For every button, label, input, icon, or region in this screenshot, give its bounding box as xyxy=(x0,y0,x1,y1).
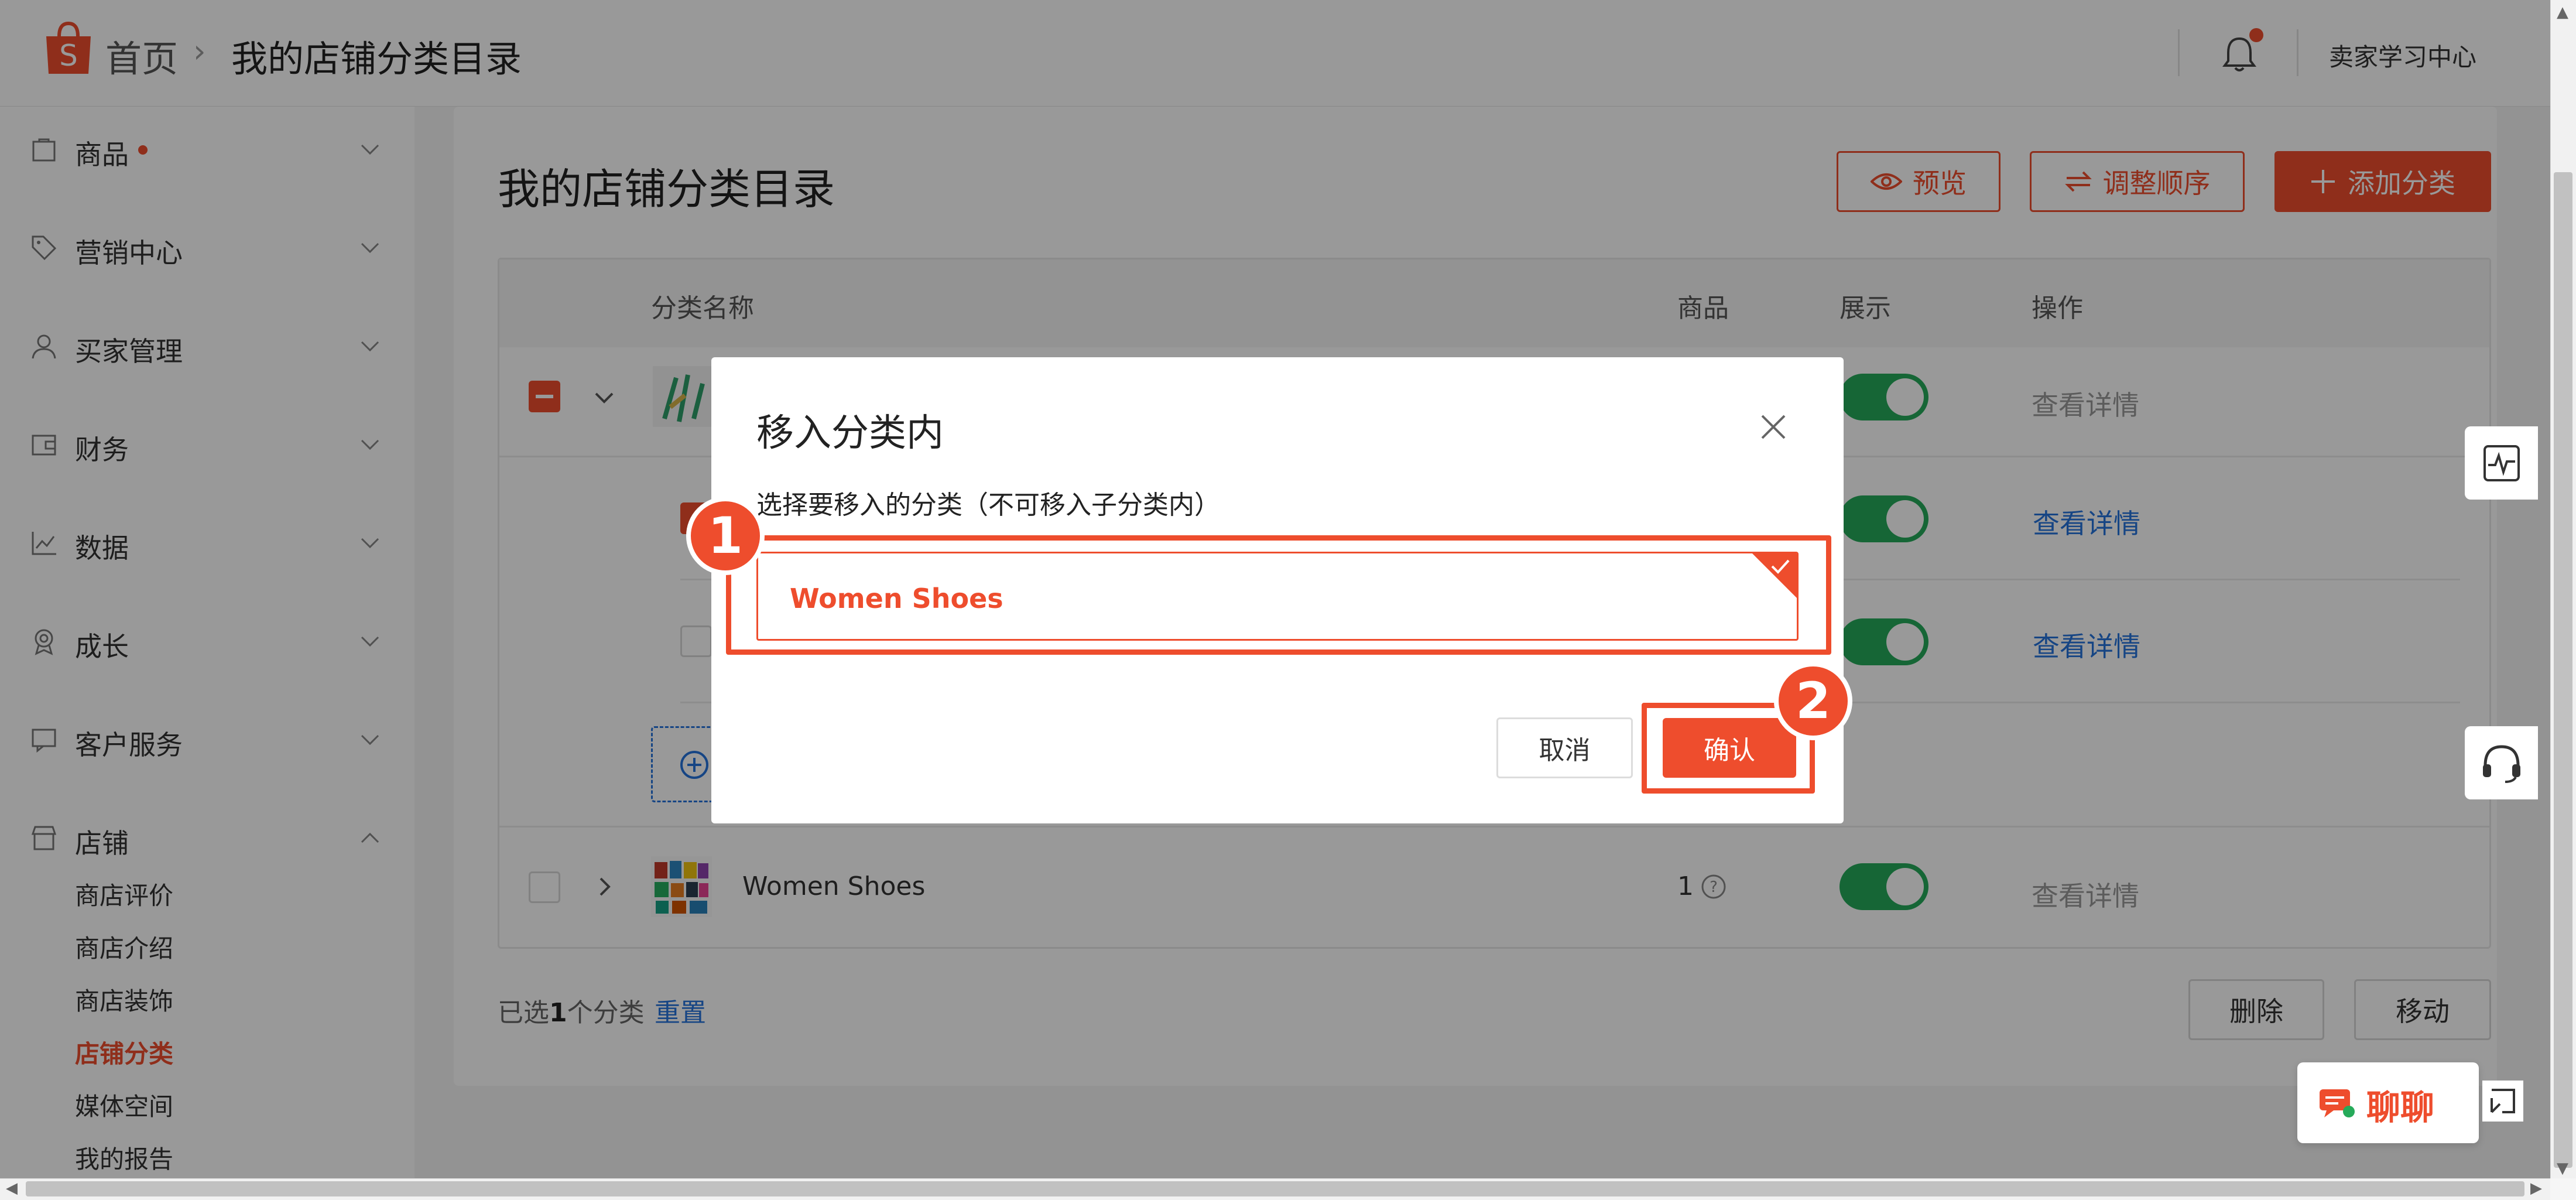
check-icon xyxy=(1771,559,1790,574)
dialog-subtitle: 选择要移入的分类（不可移入子分类内） xyxy=(756,490,1220,520)
step-badge-2: 2 xyxy=(1774,662,1852,740)
confirm-button[interactable]: 确认 xyxy=(1663,718,1796,778)
chat-label: 聊聊 xyxy=(2366,1088,2435,1127)
pulse-monitor-icon xyxy=(2483,445,2520,481)
vertical-scroll-thumb[interactable] xyxy=(2554,172,2572,1168)
performance-float-button[interactable] xyxy=(2465,426,2538,500)
category-option-label: Women Shoes xyxy=(790,583,1003,614)
scroll-up-arrow[interactable]: ▲ xyxy=(2557,4,2568,21)
step-badge-1: 1 xyxy=(686,497,765,575)
scroll-left-arrow[interactable]: ◀ xyxy=(6,1180,18,1197)
chat-widget[interactable]: 聊聊 xyxy=(2297,1062,2479,1143)
close-icon[interactable] xyxy=(1756,410,1790,444)
category-option-women-shoes[interactable]: Women Shoes xyxy=(756,552,1799,641)
minimize-chat-icon[interactable] xyxy=(2482,1081,2523,1122)
dialog-title: 移入分类内 xyxy=(756,412,944,455)
headset-icon xyxy=(2482,744,2520,783)
scroll-right-arrow[interactable]: ▶ xyxy=(2530,1180,2542,1197)
cancel-button[interactable]: 取消 xyxy=(1496,717,1633,778)
support-float-button[interactable] xyxy=(2465,726,2538,799)
chat-bubble-icon xyxy=(2320,1089,2355,1117)
scroll-down-arrow[interactable]: ▼ xyxy=(2557,1160,2568,1177)
horizontal-scroll-thumb[interactable] xyxy=(26,1181,2524,1196)
